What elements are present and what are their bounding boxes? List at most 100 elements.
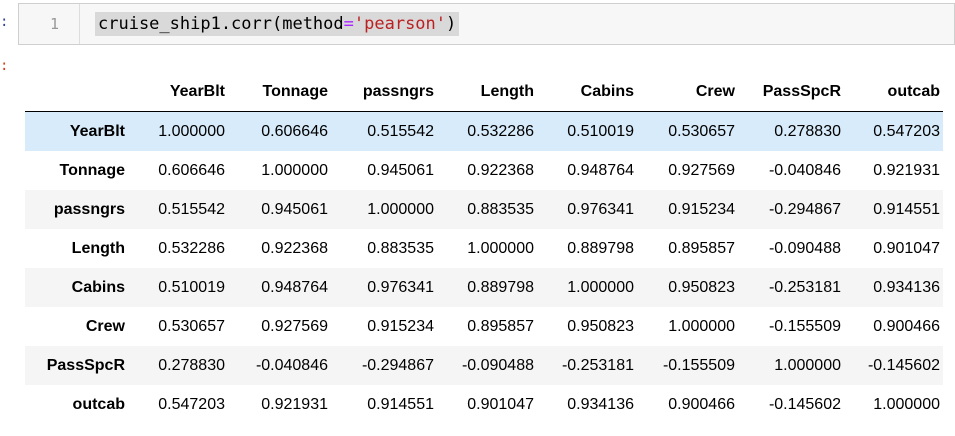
table-cell: -0.040846 bbox=[255, 356, 328, 374]
column-header: Crew bbox=[634, 73, 735, 112]
row-label: Tonnage bbox=[59, 161, 125, 179]
row-label: outcab bbox=[72, 395, 125, 413]
code-suffix: ) bbox=[446, 14, 457, 34]
table-cell: 0.547203 bbox=[158, 395, 225, 413]
row-label: Cabins bbox=[71, 278, 125, 296]
table-cell: 0.532286 bbox=[467, 122, 534, 140]
table-cell: 0.895857 bbox=[668, 239, 735, 257]
table-cell: 0.915234 bbox=[367, 317, 434, 335]
column-header: passngrs bbox=[331, 73, 434, 112]
table-cell: 0.948764 bbox=[567, 161, 634, 179]
table-cell: 0.510019 bbox=[567, 122, 634, 140]
column-header: YearBlt bbox=[128, 73, 231, 112]
table-cell: -0.145602 bbox=[867, 356, 940, 374]
table-cell: 0.914551 bbox=[873, 200, 940, 218]
table-cell: 1.000000 bbox=[467, 239, 534, 257]
table-cell: 0.915234 bbox=[668, 200, 735, 218]
table-row: YearBlt 1.000000 0.606646 0.515542 0.532286 0… bbox=[25, 111, 943, 151]
column-header: Tonnage bbox=[231, 73, 331, 112]
table-cell: 0.976341 bbox=[367, 278, 434, 296]
table-header-row: YearBlt Tonnage passngrs Length Cabins C… bbox=[25, 73, 943, 112]
table-cell: -0.145602 bbox=[768, 395, 841, 413]
table-cell: 0.900466 bbox=[873, 317, 940, 335]
table-cell: 0.606646 bbox=[158, 161, 225, 179]
table-cell: 0.900466 bbox=[668, 395, 735, 413]
table-row: Crew 0.530657 0.927569 0.915234 0.895857 0.95… bbox=[25, 307, 943, 346]
table-cell: 0.547203 bbox=[873, 122, 940, 140]
table-cell: -0.155509 bbox=[662, 356, 735, 374]
code-cell[interactable]: 1 cruise_ship1.corr(method='pearson') bbox=[18, 3, 955, 45]
table-cell: 0.976341 bbox=[567, 200, 634, 218]
table-cell: 0.901047 bbox=[467, 395, 534, 413]
code-string: 'pearson' bbox=[353, 14, 447, 34]
table-row: passngrs 0.515542 0.945061 1.000000 0.883535… bbox=[25, 190, 943, 229]
table-cell: 0.895857 bbox=[467, 317, 534, 335]
table-cell: -0.294867 bbox=[361, 356, 434, 374]
row-label: YearBlt bbox=[69, 122, 125, 140]
row-label: Crew bbox=[85, 317, 125, 335]
table-cell: 0.883535 bbox=[367, 239, 434, 257]
table-cell: -0.090488 bbox=[768, 239, 841, 257]
table-cell: 0.927569 bbox=[668, 161, 735, 179]
table-cell: 0.889798 bbox=[467, 278, 534, 296]
table-cell: 0.532286 bbox=[158, 239, 225, 257]
table-cell: 0.901047 bbox=[873, 239, 940, 257]
table-cell: 0.934136 bbox=[873, 278, 940, 296]
table-cell: 1.000000 bbox=[158, 122, 225, 140]
gutter-divider bbox=[79, 4, 80, 44]
column-header: PassSpcR bbox=[735, 73, 841, 112]
row-label: PassSpcR bbox=[46, 356, 125, 374]
code-line[interactable]: cruise_ship1.corr(method='pearson') bbox=[95, 12, 460, 36]
table-cell: 0.278830 bbox=[774, 122, 841, 140]
table-cell: 0.934136 bbox=[567, 395, 634, 413]
output-prompt: : bbox=[0, 58, 9, 74]
table-cell: 0.921931 bbox=[873, 161, 940, 179]
table-cell: 0.530657 bbox=[668, 122, 735, 140]
table-cell: -0.155509 bbox=[768, 317, 841, 335]
table-row: Tonnage 0.606646 1.000000 0.945061 0.922368 0… bbox=[25, 151, 943, 190]
table-row: PassSpcR 0.278830 -0.040846 -0.294867 -0.090… bbox=[25, 346, 943, 385]
table-cell: -0.294867 bbox=[768, 200, 841, 218]
table-cell: 0.883535 bbox=[467, 200, 534, 218]
table-cell: 0.530657 bbox=[158, 317, 225, 335]
table-cell: 0.945061 bbox=[261, 200, 328, 218]
column-header: Length bbox=[434, 73, 534, 112]
table-cell: 0.515542 bbox=[158, 200, 225, 218]
table-row: outcab 0.547203 0.921931 0.914551 0.901047 0.… bbox=[25, 385, 943, 424]
table-cell: 0.914551 bbox=[367, 395, 434, 413]
table-cell: 0.510019 bbox=[158, 278, 225, 296]
correlation-table: YearBlt Tonnage passngrs Length Cabins C… bbox=[25, 73, 943, 424]
input-prompt: : bbox=[0, 14, 9, 30]
table-cell: 1.000000 bbox=[261, 161, 328, 179]
index-header bbox=[25, 73, 128, 112]
table-cell: 0.950823 bbox=[567, 317, 634, 335]
table-row: Length 0.532286 0.922368 0.883535 1.000000 0.… bbox=[25, 229, 943, 268]
table-cell: 0.889798 bbox=[567, 239, 634, 257]
table-cell: 0.921931 bbox=[261, 395, 328, 413]
row-label: Length bbox=[71, 239, 125, 257]
row-label: passngrs bbox=[53, 200, 125, 218]
table-cell: 0.278830 bbox=[158, 356, 225, 374]
table-cell: -0.253181 bbox=[768, 278, 841, 296]
table-cell: -0.040846 bbox=[768, 161, 841, 179]
column-header: outcab bbox=[841, 73, 943, 112]
table-cell: -0.090488 bbox=[461, 356, 534, 374]
table-cell: 1.000000 bbox=[367, 200, 434, 218]
code-operator: = bbox=[343, 14, 354, 34]
table-cell: 0.922368 bbox=[467, 161, 534, 179]
table-cell: 0.922368 bbox=[261, 239, 328, 257]
line-number: 1 bbox=[49, 15, 59, 33]
code-prefix: cruise_ship1.corr(method bbox=[98, 14, 344, 34]
table-cell: 0.950823 bbox=[668, 278, 735, 296]
table-cell: 0.606646 bbox=[261, 122, 328, 140]
table-cell: 1.000000 bbox=[567, 278, 634, 296]
table-row: Cabins 0.510019 0.948764 0.976341 0.889798 1.… bbox=[25, 268, 943, 307]
table-cell: 1.000000 bbox=[774, 356, 841, 374]
table-cell: 0.945061 bbox=[367, 161, 434, 179]
table-cell: 1.000000 bbox=[668, 317, 735, 335]
table-cell: 0.515542 bbox=[367, 122, 434, 140]
table-cell: 1.000000 bbox=[873, 395, 940, 413]
column-header: Cabins bbox=[534, 73, 634, 112]
table-cell: 0.948764 bbox=[261, 278, 328, 296]
table-cell: -0.253181 bbox=[561, 356, 634, 374]
